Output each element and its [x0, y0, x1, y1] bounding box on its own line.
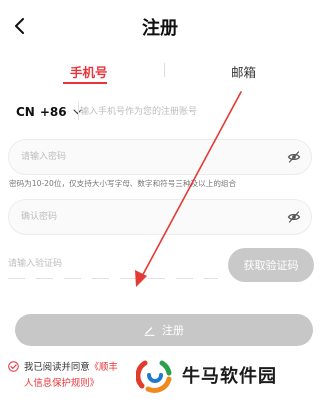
code-underline	[8, 278, 218, 279]
agreement-text: 我已阅读并同意《顺丰	[24, 359, 118, 373]
tab-phone[interactable]: 手机号	[70, 62, 108, 81]
register-button-label: 注册	[162, 324, 184, 337]
pencil-icon	[144, 326, 155, 336]
eye-off-icon[interactable]	[287, 150, 301, 164]
verification-code-input[interactable]	[8, 252, 208, 276]
active-tab-indicator	[63, 82, 107, 84]
password-hint: 密码为10-20位，仅支持大小写字母、数字和符号三种及以上的组合	[9, 179, 237, 188]
agreement-prefix: 我已阅读并同意	[24, 362, 90, 373]
get-code-button[interactable]: 获取验证码	[228, 248, 314, 282]
register-button[interactable]: 注册	[15, 314, 313, 346]
page-title: 注册	[142, 18, 178, 39]
phone-input[interactable]	[80, 97, 310, 127]
agreement-link-continued[interactable]: 人信息保护规则》	[24, 375, 99, 389]
password-field[interactable]	[8, 139, 312, 175]
country-code: CN	[16, 105, 35, 119]
dial-code: +86	[39, 105, 67, 119]
confirm-password-field[interactable]	[8, 199, 312, 235]
confirm-password-input[interactable]	[21, 200, 271, 234]
watermark-logo-icon	[136, 357, 173, 393]
phone-divider	[78, 102, 79, 120]
eye-off-icon[interactable]	[287, 210, 301, 224]
tab-email[interactable]: 邮箱	[231, 62, 256, 81]
password-input[interactable]	[21, 140, 271, 174]
watermark-text: 牛马软件园	[182, 366, 277, 387]
watermark: 牛马软件园	[136, 356, 277, 394]
tab-divider	[164, 63, 165, 77]
country-code-selector[interactable]: CN +86	[16, 97, 82, 127]
register-page: 注册 手机号 邮箱 CN +86 密码为10-20位，仅支持大小写字母、数字和符…	[0, 0, 320, 410]
agreement-link[interactable]: 《顺丰	[90, 362, 118, 373]
agreement-checkbox-icon[interactable]	[8, 361, 19, 372]
